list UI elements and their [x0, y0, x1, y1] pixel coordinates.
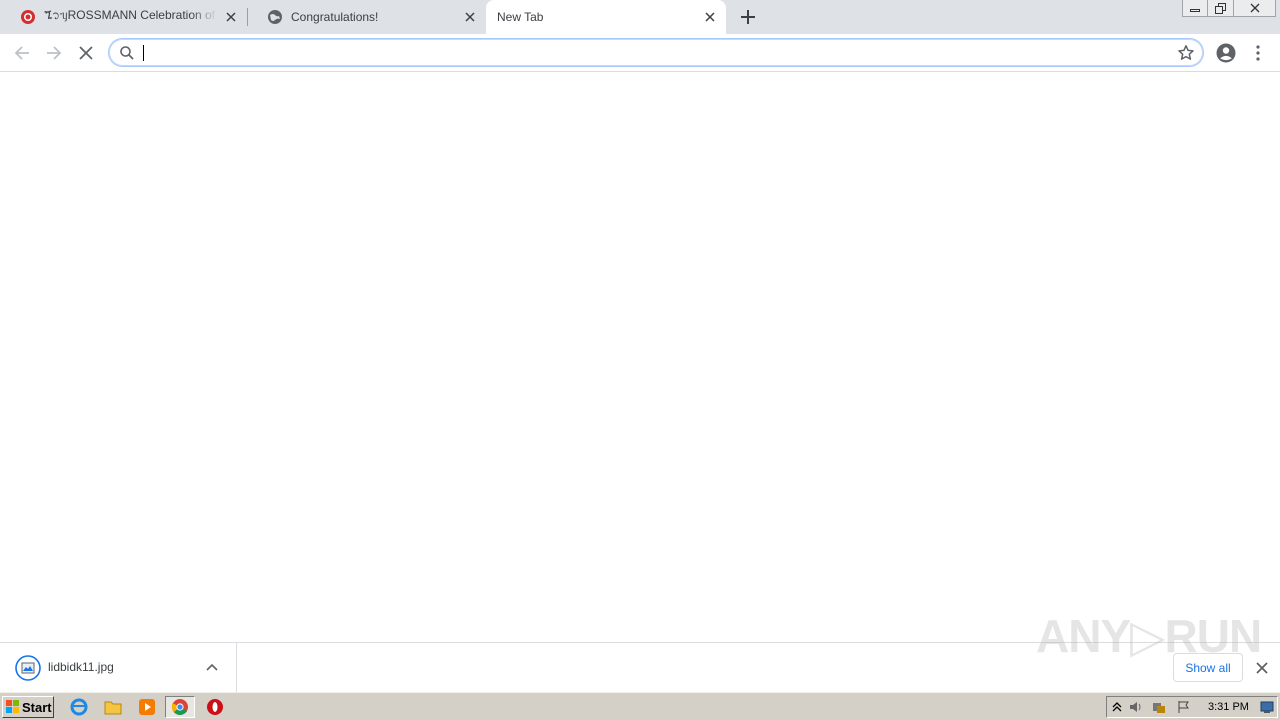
- download-filename: lidbidk11.jpg: [48, 660, 114, 674]
- close-tab-icon[interactable]: [462, 9, 478, 25]
- close-window-button[interactable]: [1234, 0, 1276, 17]
- watermark-left: ANY: [1036, 610, 1131, 662]
- tab-congratulations[interactable]: Congratulations!: [247, 0, 486, 34]
- play-icon: ▷: [1130, 610, 1165, 662]
- close-icon: [79, 46, 93, 60]
- tab-new-tab[interactable]: New Tab: [486, 0, 726, 34]
- start-button[interactable]: Start: [2, 696, 54, 718]
- profile-button[interactable]: [1214, 41, 1238, 65]
- speaker-icon[interactable]: [1129, 700, 1143, 714]
- account-icon: [1216, 43, 1236, 63]
- address-input[interactable]: [142, 43, 1162, 63]
- close-shelf-icon[interactable]: [1254, 660, 1270, 676]
- download-item[interactable]: lidbidk11.jpg: [0, 643, 237, 692]
- arrow-right-icon: [47, 46, 62, 60]
- folder-icon: [104, 701, 122, 715]
- close-tab-icon[interactable]: [223, 9, 239, 25]
- tab-rossmann[interactable]: ጜ᭡ᥡROSSMANN Celebration of t: [0, 0, 247, 34]
- taskbar-opera[interactable]: [205, 697, 225, 717]
- close-icon: [1250, 3, 1259, 13]
- browser-toolbar: [0, 34, 1280, 72]
- arrow-left-icon: [14, 46, 29, 60]
- forward-button[interactable]: [42, 41, 66, 65]
- window-controls: [1182, 0, 1276, 18]
- tab-title: New Tab: [497, 10, 544, 24]
- address-bar[interactable]: [108, 38, 1204, 67]
- tab-strip: ጜ᭡ᥡROSSMANN Celebration of t Congratulat…: [0, 0, 1280, 34]
- bookmark-star-icon[interactable]: [1177, 44, 1195, 62]
- chevron-up-icon[interactable]: [1110, 700, 1124, 714]
- media-player-icon: [139, 699, 155, 715]
- network-icon[interactable]: [1152, 700, 1166, 714]
- globe-icon: [268, 10, 282, 24]
- page-content: [0, 72, 1280, 642]
- tab-title: ጜ᭡ᥡROSSMANN Celebration of t: [44, 8, 217, 22]
- show-desktop-icon[interactable]: [1260, 700, 1274, 714]
- flag-icon[interactable]: [1177, 700, 1191, 714]
- chevron-up-icon[interactable]: [205, 660, 219, 674]
- back-button[interactable]: [10, 41, 34, 65]
- search-icon: [120, 46, 134, 60]
- show-all-button[interactable]: Show all: [1173, 653, 1243, 682]
- tab-title: Congratulations!: [291, 10, 379, 24]
- download-shelf: lidbidk11.jpg ANY▷RUN Show all: [0, 610, 1280, 692]
- taskbar-ie[interactable]: [69, 697, 89, 717]
- internet-explorer-icon: [70, 698, 88, 716]
- clock: 3:31 PM: [1208, 701, 1249, 713]
- image-file-icon: [15, 655, 41, 681]
- minimize-button[interactable]: [1182, 0, 1208, 17]
- rossmann-favicon-icon: [21, 10, 35, 24]
- start-label: Start: [22, 699, 52, 715]
- chrome-icon: [171, 699, 188, 715]
- new-tab-button[interactable]: [738, 7, 758, 27]
- taskbar-chrome[interactable]: [165, 696, 195, 718]
- text-caret: [143, 45, 144, 61]
- taskbar-media-player[interactable]: [137, 697, 157, 717]
- plus-icon: [741, 10, 755, 24]
- taskbar: Start 3:31 PM: [0, 692, 1280, 720]
- restore-icon: [1214, 2, 1226, 14]
- restore-button[interactable]: [1208, 0, 1234, 17]
- stop-loading-button[interactable]: [74, 41, 98, 65]
- opera-icon: [207, 699, 223, 715]
- minimize-icon: [1190, 9, 1200, 12]
- taskbar-explorer[interactable]: [103, 697, 123, 717]
- windows-flag-icon: [6, 700, 19, 713]
- more-vertical-icon: [1256, 45, 1260, 61]
- menu-button[interactable]: [1246, 41, 1270, 65]
- close-tab-icon[interactable]: [702, 9, 718, 25]
